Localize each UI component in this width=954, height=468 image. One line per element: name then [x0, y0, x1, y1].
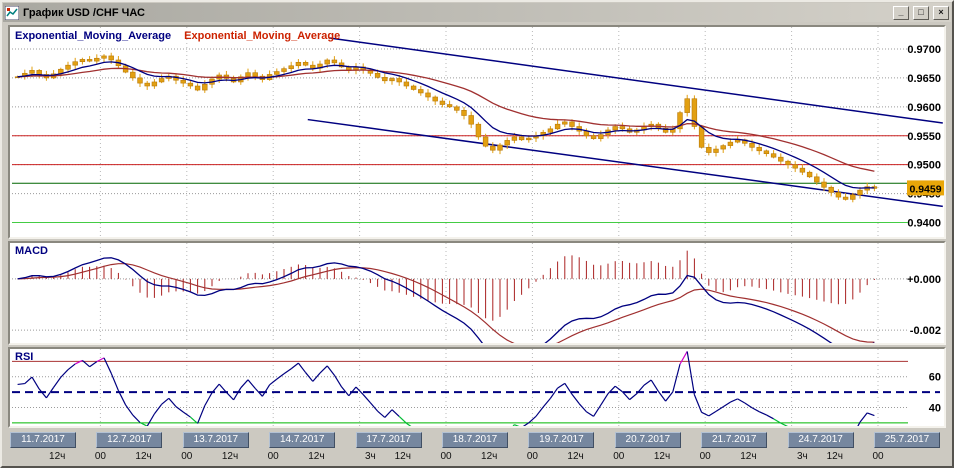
price-tick-label: 0.9700 [907, 44, 941, 56]
date-label: 17.7.2017 [356, 432, 422, 448]
rsi-line [18, 351, 875, 426]
ema-fast-line [18, 62, 875, 188]
date-label: 21.7.2017 [701, 432, 767, 448]
time-label: 12ч [654, 451, 670, 462]
maximize-button[interactable]: □ [913, 6, 929, 20]
date-label: 25.7.2017 [874, 432, 940, 448]
macd-chart-svg[interactable]: +0.000 -0.002 [10, 243, 944, 343]
minimize-button[interactable]: _ [893, 6, 909, 20]
chart-content: 0.97000.96500.96000.95500.95000.94500.94… [2, 22, 952, 467]
indicator-legend: Exponential_Moving_Average Exponential_M… [15, 30, 350, 42]
price-tick-label: 0.9600 [907, 102, 941, 114]
close-button[interactable]: × [933, 6, 949, 20]
time-label: 00 [700, 451, 711, 462]
grid-layer [12, 349, 908, 426]
current-price-value: 0.9459 [909, 183, 941, 195]
ema-legend-1: Exponential_Moving_Average [15, 30, 171, 42]
time-label: 12ч [222, 451, 238, 462]
time-label: 00 [613, 451, 624, 462]
macd-panel: +0.000 -0.002 MACD [8, 241, 946, 345]
time-label: 12ч [49, 451, 65, 462]
macd-label: MACD [15, 245, 48, 257]
time-label: 3ч [797, 451, 808, 462]
macd-main-line [18, 258, 875, 343]
time-label: 12ч [135, 451, 151, 462]
window-title: График USD /CHF ЧАС [23, 7, 889, 19]
rsi-tick-label: 60 [929, 372, 941, 384]
date-label: 24.7.2017 [788, 432, 854, 448]
time-label: 00 [440, 451, 451, 462]
rsi-label: RSI [15, 351, 33, 363]
rsi-tick-label: 40 [929, 403, 941, 415]
macd-tick-label: -0.002 [910, 325, 941, 337]
app-icon [5, 6, 19, 20]
time-label: 00 [95, 451, 106, 462]
time-label: 12ч [308, 451, 324, 462]
date-label: 18.7.2017 [442, 432, 508, 448]
price-tick-label: 0.9550 [907, 131, 941, 143]
ema-legend-2: Exponential_Moving_Average [184, 30, 340, 42]
time-label: 12ч [567, 451, 583, 462]
grid-layer [12, 27, 908, 237]
title-bar[interactable]: График USD /CHF ЧАС _ □ × [3, 3, 951, 22]
trendlines-layer [308, 38, 943, 206]
date-label: 11.7.2017 [10, 432, 76, 448]
date-axis: 11.7.2017 12.7.2017 13.7.2017 14.7.2017 17.7… [8, 431, 946, 467]
chart-window: График USD /CHF ЧАС _ □ × 0.9700 0.9650 0.… [0, 0, 954, 468]
date-label: 12.7.2017 [96, 432, 162, 448]
rsi-panel: 60 40 RSI [8, 347, 946, 428]
time-label: 12ч [395, 451, 411, 462]
time-label: 00 [268, 451, 279, 462]
date-label: 20.7.2017 [615, 432, 681, 448]
time-label: 12ч [827, 451, 843, 462]
time-label: 12ч [740, 451, 756, 462]
macd-tick-label: +0.000 [907, 274, 941, 286]
price-tick-label: 0.9500 [907, 160, 941, 172]
date-label: 14.7.2017 [269, 432, 335, 448]
date-label: 19.7.2017 [528, 432, 594, 448]
macd-histogram-layer [18, 251, 875, 321]
price-panel: 0.97000.96500.96000.95500.95000.94500.94… [8, 25, 946, 239]
time-label: 00 [872, 451, 883, 462]
grid-layer [12, 243, 908, 343]
rsi-chart-svg[interactable]: 60 40 [10, 349, 944, 426]
price-tick-label: 0.9400 [907, 218, 941, 230]
time-label: 12ч [481, 451, 497, 462]
time-label: 00 [181, 451, 192, 462]
main-chart-svg[interactable]: 0.97000.96500.96000.95500.95000.94500.94… [10, 27, 944, 237]
date-label: 13.7.2017 [183, 432, 249, 448]
time-label: 3ч [365, 451, 376, 462]
time-label: 00 [527, 451, 538, 462]
price-tick-label: 0.9650 [907, 73, 941, 85]
